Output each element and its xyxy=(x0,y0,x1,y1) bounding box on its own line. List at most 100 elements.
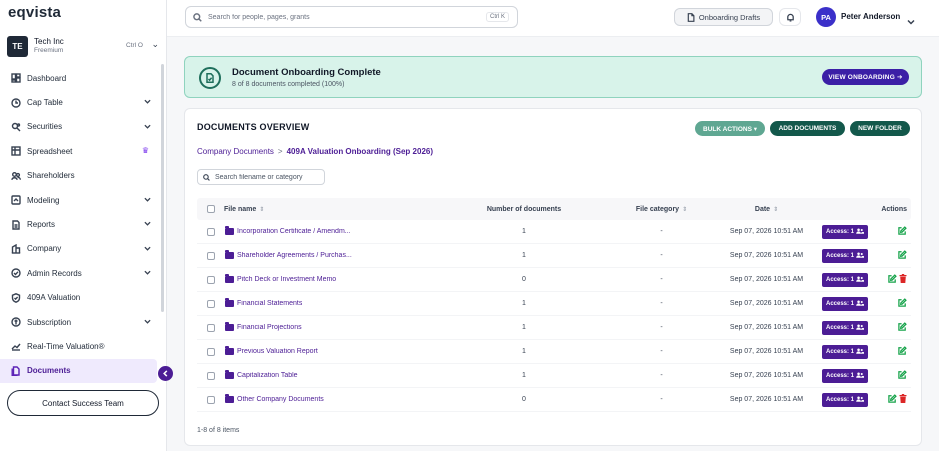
row-checkbox[interactable] xyxy=(206,347,215,356)
delete-icon[interactable] xyxy=(899,394,907,405)
file-name-link[interactable]: Pitch Deck or Investment Memo xyxy=(237,276,336,283)
column-file-category[interactable]: File category ⇕ xyxy=(609,206,714,213)
column-date-label: Date xyxy=(754,205,771,213)
sidebar-item-securities[interactable]: Securities xyxy=(0,115,160,139)
row-checkbox[interactable] xyxy=(206,227,215,236)
file-name-cell[interactable]: Shareholder Agreements / Purchas... xyxy=(224,250,439,259)
edit-icon[interactable] xyxy=(898,250,907,261)
access-badge[interactable]: Access: 1 xyxy=(821,272,869,287)
file-date: Sep 07, 2026 10:51 AM xyxy=(729,372,804,379)
edit-icon[interactable] xyxy=(898,322,907,333)
breadcrumb-root[interactable]: Company Documents xyxy=(197,147,274,156)
table-row[interactable]: Shareholder Agreements / Purchas... 1 - Sep… xyxy=(197,244,911,268)
file-name-link[interactable]: Other Company Documents xyxy=(237,396,324,403)
contact-success-team-button[interactable]: Contact Success Team xyxy=(7,390,159,416)
view-onboarding-button[interactable]: VIEW ONBOARDING ➔ xyxy=(822,69,909,85)
file-name-cell[interactable]: Financial Projections xyxy=(224,322,439,331)
table-row[interactable]: Financial Projections 1 - Sep 07, 2026 10:5… xyxy=(197,316,911,340)
folder-icon xyxy=(225,322,234,331)
sidebar: eqvista TE Tech Inc Freemium Ctrl O ⌄ Da… xyxy=(0,0,173,451)
table-row[interactable]: Incorporation Certificate / Amendm... 1 - S… xyxy=(197,220,911,244)
file-name-link[interactable]: Previous Valuation Report xyxy=(237,348,318,355)
notifications-button[interactable] xyxy=(779,8,801,26)
edit-icon[interactable] xyxy=(898,298,907,309)
row-checkbox[interactable] xyxy=(206,395,215,404)
sidebar-item-label: Reports xyxy=(27,220,56,230)
documents-icon xyxy=(10,365,21,376)
sidebar-item-reports[interactable]: Reports xyxy=(0,212,160,236)
file-name-cell[interactable]: Other Company Documents xyxy=(224,394,439,403)
access-badge[interactable]: Access: 1 xyxy=(821,296,869,311)
file-name-cell[interactable]: Capitalization Table xyxy=(224,370,439,379)
documents-overview-card: DOCUMENTS OVERVIEW BULK ACTIONS ▾ ADD DO… xyxy=(184,108,922,446)
sidebar-item-409a-valuation[interactable]: 409A Valuation xyxy=(0,286,160,310)
table-row[interactable]: Pitch Deck or Investment Memo 0 - Sep 07, 2… xyxy=(197,268,911,292)
file-search-input[interactable] xyxy=(215,173,320,181)
access-badge[interactable]: Access: 1 xyxy=(821,344,869,359)
file-name-link[interactable]: Incorporation Certificate / Amendm... xyxy=(237,228,351,235)
column-file-name[interactable]: File name ⇕ xyxy=(224,206,439,213)
global-search-input[interactable] xyxy=(208,13,468,21)
access-badge[interactable]: Access: 1 xyxy=(821,320,869,335)
sidebar-item-modeling[interactable]: Modeling xyxy=(0,188,160,212)
table-row[interactable]: Previous Valuation Report 1 - Sep 07, 2026 … xyxy=(197,340,911,364)
file-name-cell[interactable]: Financial Statements xyxy=(224,298,439,307)
bulk-actions-button[interactable]: BULK ACTIONS ▾ xyxy=(695,121,765,136)
sidebar-item-subscription[interactable]: Subscription xyxy=(0,310,160,334)
sidebar-item-real-time-valuation[interactable]: Real-Time Valuation® xyxy=(0,334,160,358)
org-shortcut: Ctrl O xyxy=(126,42,143,49)
clock-icon xyxy=(10,97,21,108)
add-documents-button[interactable]: ADD DOCUMENTS xyxy=(770,121,845,136)
edit-icon[interactable] xyxy=(898,370,907,381)
file-name-link[interactable]: Financial Projections xyxy=(237,324,302,331)
user-avatar[interactable]: PA xyxy=(816,7,836,27)
chevron-down-icon[interactable] xyxy=(907,13,915,25)
edit-icon[interactable] xyxy=(898,226,907,237)
access-badge[interactable]: Access: 1 xyxy=(821,392,869,407)
file-name-cell[interactable]: Previous Valuation Report xyxy=(224,346,439,355)
access-label: Access: 1 xyxy=(825,228,855,235)
file-name-cell[interactable]: Incorporation Certificate / Amendm... xyxy=(224,226,439,235)
edit-icon[interactable] xyxy=(898,346,907,357)
sidebar-item-documents[interactable]: Documents xyxy=(0,358,157,384)
row-checkbox[interactable] xyxy=(206,323,215,332)
column-date[interactable]: Date ⇕ xyxy=(714,206,819,213)
sidebar-item-label: Real-Time Valuation® xyxy=(27,341,105,351)
sidebar-item-dashboard[interactable]: Dashboard xyxy=(0,66,160,90)
row-checkbox[interactable] xyxy=(206,299,215,308)
global-search[interactable]: Ctrl K xyxy=(185,6,518,28)
user-name[interactable]: Peter Anderson xyxy=(841,12,900,21)
row-checkbox[interactable] xyxy=(206,371,215,380)
sidebar-item-shareholders[interactable]: Shareholders xyxy=(0,164,160,188)
file-name-link[interactable]: Financial Statements xyxy=(237,300,302,307)
folder-icon xyxy=(225,226,234,235)
sidebar-item-cap-table[interactable]: Cap Table xyxy=(0,90,160,114)
delete-icon[interactable] xyxy=(899,274,907,285)
org-switcher[interactable]: TE Tech Inc Freemium Ctrl O ⌄ xyxy=(7,35,161,57)
select-all-checkbox[interactable] xyxy=(206,205,215,213)
row-checkbox[interactable] xyxy=(206,251,215,260)
file-name-link[interactable]: Capitalization Table xyxy=(237,372,298,379)
table-row[interactable]: Other Company Documents 0 - Sep 07, 2026 10… xyxy=(197,388,911,412)
access-badge[interactable]: Access: 1 xyxy=(821,248,869,263)
sidebar-item-admin-records[interactable]: Admin Records xyxy=(0,261,160,285)
new-folder-button[interactable]: NEW FOLDER xyxy=(850,121,910,136)
table-row[interactable]: Capitalization Table 1 - Sep 07, 2026 10:51… xyxy=(197,364,911,388)
sidebar-scrollbar[interactable] xyxy=(161,64,164,312)
document-count: 1 xyxy=(522,252,526,259)
file-search[interactable] xyxy=(197,169,325,185)
file-name-link[interactable]: Shareholder Agreements / Purchas... xyxy=(237,252,352,259)
access-badge[interactable]: Access: 1 xyxy=(821,224,869,239)
banner-title: Document Onboarding Complete xyxy=(232,67,381,78)
collapse-sidebar-button[interactable] xyxy=(158,366,173,381)
file-name-cell[interactable]: Pitch Deck or Investment Memo xyxy=(224,274,439,283)
access-badge[interactable]: Access: 1 xyxy=(821,368,869,383)
edit-icon[interactable] xyxy=(888,274,897,285)
table-row[interactable]: Financial Statements 1 - Sep 07, 2026 10:51… xyxy=(197,292,911,316)
onboarding-drafts-button[interactable]: Onboarding Drafts xyxy=(674,8,773,26)
sidebar-item-spreadsheet[interactable]: Spreadsheet ♛ xyxy=(0,139,160,163)
row-checkbox[interactable] xyxy=(206,275,215,284)
sidebar-item-company[interactable]: Company xyxy=(0,237,160,261)
edit-icon[interactable] xyxy=(888,394,897,405)
app-logo[interactable]: eqvista xyxy=(8,4,61,21)
